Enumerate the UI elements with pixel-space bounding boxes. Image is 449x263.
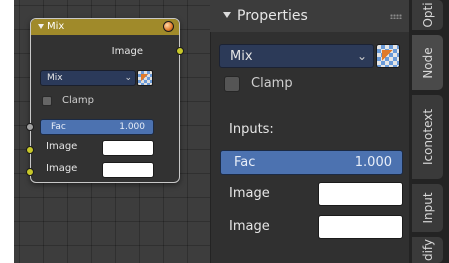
tab-iconotext[interactable]: Iconotext bbox=[412, 95, 443, 179]
inputs-heading: Inputs: bbox=[229, 122, 274, 137]
properties-header[interactable]: Properties bbox=[210, 0, 409, 32]
fac-slider[interactable]: Fac 1.000 bbox=[220, 150, 403, 175]
grip-dots-icon[interactable] bbox=[390, 14, 402, 19]
chevron-down-icon: ⌄ bbox=[124, 73, 132, 83]
tab-modify[interactable]: dify bbox=[412, 237, 443, 263]
blend-mode-dropdown[interactable]: Mix ⌄ bbox=[219, 44, 374, 68]
output-image-socket[interactable] bbox=[176, 47, 184, 55]
sidebar-tabs: Opti Node Iconotext Input dify bbox=[409, 0, 449, 263]
input-image-2-color-swatch[interactable] bbox=[318, 215, 403, 239]
screen: Mix Image Mix ⌄ Clamp Fac 1.000 Image Im… bbox=[0, 0, 449, 263]
input-image-1-label: Image bbox=[46, 141, 78, 152]
fac-input-socket[interactable] bbox=[26, 123, 34, 131]
tab-options[interactable]: Opti bbox=[412, 0, 443, 30]
fac-slider[interactable]: Fac 1.000 bbox=[40, 119, 154, 135]
fac-value: 1.000 bbox=[119, 122, 145, 132]
properties-panel: Properties Mix ⌄ Clamp Inputs: Fac 1.000… bbox=[210, 0, 409, 263]
clamp-checkbox[interactable] bbox=[224, 76, 240, 92]
mix-node[interactable]: Mix Image Mix ⌄ Clamp Fac 1.000 Image Im… bbox=[26, 18, 184, 183]
input-image-1-color-swatch[interactable] bbox=[318, 182, 403, 206]
fac-label: Fac bbox=[51, 122, 66, 132]
tab-label: Iconotext bbox=[420, 108, 435, 166]
sphere-preview-icon[interactable] bbox=[163, 21, 174, 32]
collapse-triangle-icon[interactable] bbox=[223, 12, 231, 18]
collapse-triangle-icon[interactable] bbox=[38, 24, 44, 29]
blend-mode-dropdown[interactable]: Mix ⌄ bbox=[40, 70, 136, 86]
input-image-1-color-swatch[interactable] bbox=[102, 140, 154, 156]
output-image-label: Image bbox=[111, 46, 143, 57]
node-header[interactable]: Mix bbox=[31, 19, 179, 35]
panel-separator bbox=[210, 0, 211, 263]
properties-title: Properties bbox=[237, 8, 308, 24]
input-image-1-label: Image bbox=[229, 186, 270, 201]
input-image-2-label: Image bbox=[229, 219, 270, 234]
tab-label: dify bbox=[420, 238, 435, 262]
blend-mode-value: Mix bbox=[47, 73, 63, 83]
fac-label: Fac bbox=[234, 155, 256, 170]
tab-node[interactable]: Node bbox=[412, 35, 443, 90]
input-image-2-socket[interactable] bbox=[26, 168, 34, 176]
input-image-1-socket[interactable] bbox=[26, 146, 34, 154]
clamp-label: Clamp bbox=[62, 95, 94, 106]
chevron-down-icon: ⌄ bbox=[356, 49, 367, 63]
clamp-checkbox[interactable] bbox=[42, 96, 52, 106]
tab-input[interactable]: Input bbox=[412, 184, 443, 232]
tab-label: Node bbox=[420, 46, 435, 79]
clamp-label: Clamp bbox=[251, 76, 293, 91]
input-image-2-color-swatch[interactable] bbox=[102, 162, 154, 178]
tab-label: Input bbox=[420, 192, 435, 224]
blend-mode-value: Mix bbox=[230, 49, 253, 64]
mix-type-icon[interactable] bbox=[376, 44, 400, 68]
node-editor-canvas[interactable]: Mix Image Mix ⌄ Clamp Fac 1.000 Image Im… bbox=[14, 0, 210, 263]
fac-value: 1.000 bbox=[354, 155, 392, 170]
node-title: Mix bbox=[47, 21, 65, 32]
tab-label: Opti bbox=[420, 2, 435, 28]
mix-type-icon[interactable] bbox=[137, 70, 153, 86]
input-image-2-label: Image bbox=[46, 163, 78, 174]
